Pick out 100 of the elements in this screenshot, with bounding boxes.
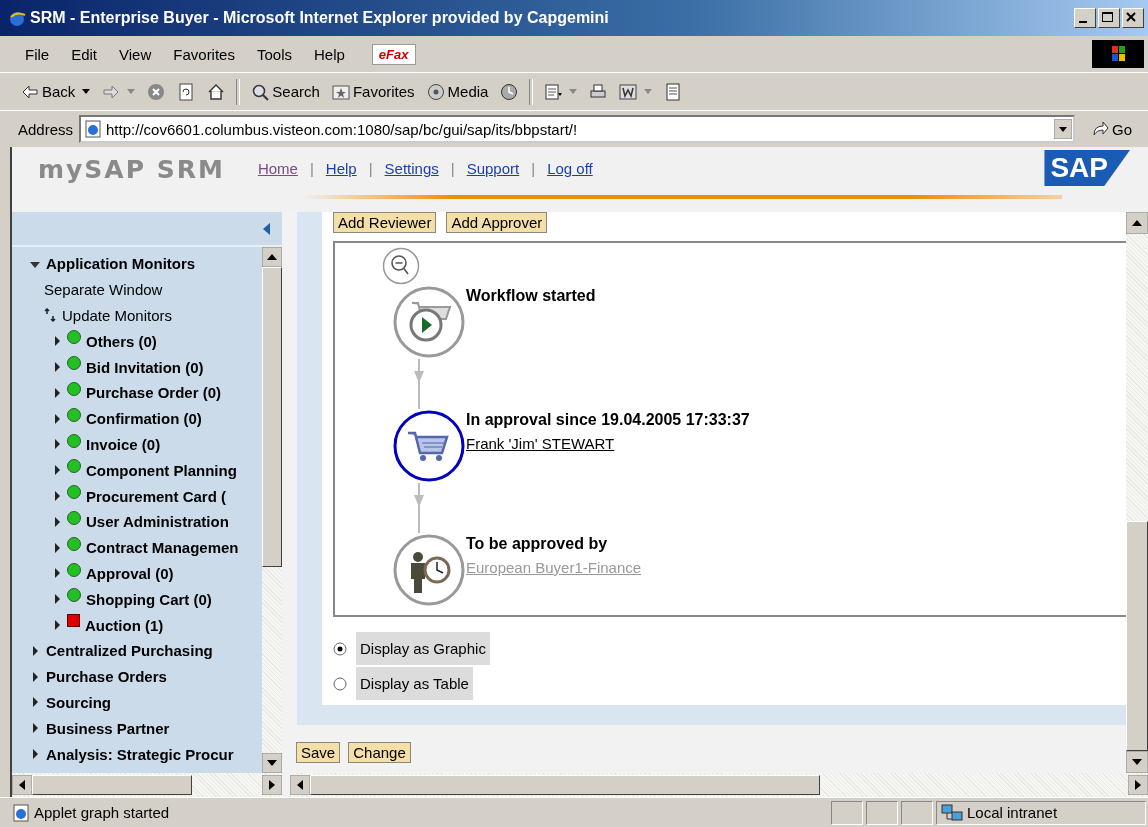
nav-tree-item[interactable]: Business Partner	[46, 719, 170, 737]
action-button[interactable]: Save	[296, 742, 341, 763]
menu-item[interactable]: Favorites	[162, 45, 246, 63]
menu-item[interactable]: Edit	[60, 45, 109, 63]
collapse-arrow-icon[interactable]	[263, 222, 270, 235]
scroll-down-button[interactable]	[1126, 751, 1148, 773]
nav-tree-item[interactable]: Purchase Orders	[46, 668, 167, 686]
nav-tree-item[interactable]: Others (0)	[86, 332, 157, 350]
refresh-icon	[177, 82, 196, 101]
collapsed-arrow-icon[interactable]	[52, 516, 62, 527]
nav-tree-item[interactable]: Bid Invitation (0)	[86, 358, 204, 376]
go-button[interactable]: Go	[1081, 120, 1142, 138]
person-with-clock-icon[interactable]	[392, 533, 466, 607]
efax-button[interactable]: eFax	[371, 43, 416, 65]
search-icon	[251, 82, 270, 101]
scroll-up-button[interactable]	[1126, 212, 1148, 234]
nav-link[interactable]: Update Monitors	[62, 307, 173, 324]
collapsed-arrow-icon[interactable]	[52, 439, 62, 450]
dropdown-button[interactable]	[1054, 119, 1072, 139]
scroll-left-button[interactable]	[12, 775, 32, 795]
collapsed-arrow-icon[interactable]	[52, 362, 62, 373]
horizontal-scrollbar[interactable]	[290, 773, 1148, 797]
nav-link[interactable]: Home	[257, 160, 298, 177]
address-field[interactable]: http://cov6601.columbus.visteon.com:1080/sap/bc/gui/sap/its/bbpstart/!	[79, 115, 1075, 143]
nav-link[interactable]: Help	[325, 160, 357, 177]
collapsed-arrow-icon[interactable]	[52, 413, 62, 424]
collapsed-arrow-icon[interactable]	[30, 697, 40, 708]
search-button[interactable]: Search	[246, 80, 325, 103]
collapsed-arrow-icon[interactable]	[52, 336, 62, 347]
scroll-right-button[interactable]	[1128, 775, 1148, 795]
nav-link[interactable]: Log off	[547, 160, 593, 177]
nav-tree-item[interactable]: Component Planning	[86, 461, 237, 479]
sap-logo: SAP	[1044, 150, 1130, 186]
collapsed-arrow-icon[interactable]	[52, 491, 62, 502]
action-button[interactable]: Add Reviewer	[333, 212, 437, 233]
nav-tree-item[interactable]: Sourcing	[46, 693, 111, 711]
go-arrow-icon	[1091, 120, 1109, 138]
nav-tree-item[interactable]: User Administration	[86, 513, 229, 531]
collapsed-arrow-icon[interactable]	[30, 723, 40, 734]
vertical-scrollbar[interactable]	[262, 247, 282, 773]
back-button[interactable]: Back	[16, 80, 96, 103]
nav-tree-item[interactable]: Procurement Card (	[86, 487, 227, 505]
step-title: In approval since 19.04.2005 17:33:37	[466, 411, 750, 429]
nav-link[interactable]: Support	[466, 160, 520, 177]
minimize-button[interactable]	[1074, 8, 1096, 28]
radio-label[interactable]: Display as Graphic	[356, 632, 490, 665]
address-label: Address	[18, 120, 74, 138]
shopping-cart-icon[interactable]	[392, 409, 466, 483]
scroll-down-button[interactable]	[262, 753, 282, 773]
dropdown-caret-icon	[569, 88, 578, 95]
refresh-arrows-icon	[44, 308, 56, 323]
collapsed-arrow-icon[interactable]	[30, 645, 40, 656]
collapsed-arrow-icon[interactable]	[52, 594, 62, 605]
nav-tree-item[interactable]: Centralized Purchasing	[46, 642, 213, 660]
cart-start-icon[interactable]	[392, 285, 466, 359]
scroll-up-button[interactable]	[262, 247, 282, 267]
nav-tree-item[interactable]: Invoice (0)	[86, 435, 161, 453]
nav-tree-item[interactable]: Application Monitors	[46, 255, 196, 273]
nav-tree-item[interactable]: Contract Managemen	[86, 539, 239, 557]
close-button[interactable]	[1122, 8, 1144, 28]
collapsed-arrow-icon[interactable]	[52, 465, 62, 476]
step-title: Workflow started	[466, 287, 596, 305]
nav-tree-item[interactable]: Analysis: Strategic Procur	[46, 745, 234, 763]
nav-tree-item[interactable]: Confirmation (0)	[86, 410, 202, 428]
nav-tree-item[interactable]: Purchase Order (0)	[86, 384, 222, 402]
document-icon	[664, 82, 683, 101]
nav-tree-item[interactable]: Auction (1)	[85, 616, 164, 634]
connector-arrow	[413, 483, 425, 533]
nav-tree-item[interactable]: Shopping Cart (0)	[86, 590, 212, 608]
zoom-out-icon[interactable]	[382, 247, 420, 285]
scroll-left-button[interactable]	[290, 775, 310, 795]
collapsed-arrow-icon[interactable]	[30, 671, 40, 682]
media-button[interactable]: Media	[421, 80, 494, 103]
collapsed-arrow-icon[interactable]	[52, 387, 62, 398]
collapsed-arrow-icon[interactable]	[30, 749, 40, 760]
menu-item[interactable]: File	[14, 45, 61, 63]
scroll-right-button[interactable]	[262, 775, 282, 795]
menu-item[interactable]: Tools	[245, 45, 303, 63]
action-button[interactable]: Add Approver	[446, 212, 548, 233]
stop-icon	[147, 82, 166, 101]
horizontal-scrollbar[interactable]	[12, 773, 282, 797]
radio-label[interactable]: Display as Table	[356, 667, 473, 700]
favorites-button[interactable]: Favorites	[326, 80, 420, 103]
collapsed-arrow-icon[interactable]	[52, 568, 62, 579]
collapsed-arrow-icon[interactable]	[52, 620, 62, 631]
radio-button[interactable]	[333, 676, 347, 691]
radio-button[interactable]	[333, 641, 347, 656]
collapsed-arrow-icon[interactable]	[52, 542, 62, 553]
vertical-scrollbar[interactable]	[1126, 212, 1148, 773]
nav-link[interactable]: Separate Window	[44, 281, 163, 299]
maximize-button[interactable]	[1098, 8, 1120, 28]
nav-link[interactable]: Settings	[384, 160, 439, 177]
menu-item[interactable]: Help	[303, 45, 356, 63]
edit-icon	[619, 82, 638, 101]
person-link[interactable]: Frank 'Jim' STEWART	[466, 435, 615, 452]
printer-icon	[589, 82, 608, 101]
nav-tree-item[interactable]: Approval (0)	[86, 564, 174, 582]
menu-item[interactable]: View	[108, 45, 163, 63]
action-button[interactable]: Change	[348, 742, 411, 763]
windows-logo-icon	[1092, 40, 1144, 68]
